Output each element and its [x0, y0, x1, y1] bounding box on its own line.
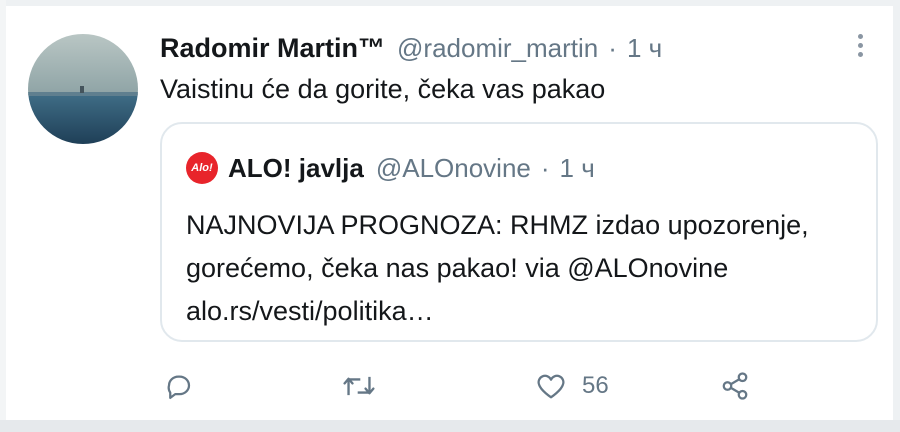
- tweet-timestamp[interactable]: 1 ч: [627, 33, 662, 64]
- share-button[interactable]: [720, 364, 750, 408]
- quoted-author-handle: @ALOnovine: [375, 152, 531, 183]
- more-options-icon[interactable]: [852, 34, 868, 60]
- alo-logo-icon: Alo!: [186, 152, 218, 184]
- separator-dot: ·: [540, 152, 550, 183]
- like-count: 56: [582, 372, 609, 399]
- avatar[interactable]: [28, 34, 138, 144]
- quoted-tweet-text: NAJNOVIJA PROGNOZA: RHMZ izdao upozorenj…: [186, 210, 809, 326]
- quoted-author-name: ALO! javlja: [228, 152, 364, 183]
- like-icon: [537, 374, 565, 399]
- tweet-header: Radomir Martin™ @radomir_martin · 1 ч: [160, 30, 662, 66]
- like-button[interactable]: 56: [536, 364, 609, 408]
- frame-left-border: [0, 0, 6, 432]
- share-icon: [722, 372, 748, 400]
- avatar-image: [28, 34, 138, 144]
- reply-icon: [167, 375, 191, 399]
- frame-top-border: [0, 0, 900, 6]
- reply-button[interactable]: [164, 364, 194, 408]
- quoted-timestamp: 1 ч: [559, 152, 595, 183]
- quoted-tweet-card[interactable]: Alo! ALO! javlja @ALOnovine · 1 ч NAJNOV…: [160, 122, 878, 342]
- quoted-tweet-header: Alo! ALO! javlja @ALOnovine · 1 ч: [186, 150, 595, 186]
- author-handle[interactable]: @radomir_martin: [397, 33, 598, 64]
- frame-right-border: [893, 0, 900, 432]
- retweet-icon: [343, 376, 375, 396]
- separator-dot: ·: [608, 32, 617, 63]
- retweet-button[interactable]: [342, 364, 376, 408]
- tweet-actions-bar: 56: [160, 364, 860, 408]
- frame-bottom-border: [0, 420, 900, 432]
- tweet-text: Vaistinu će da gorite, čeka vas pakao: [160, 74, 606, 104]
- author-name[interactable]: Radomir Martin™: [160, 33, 385, 64]
